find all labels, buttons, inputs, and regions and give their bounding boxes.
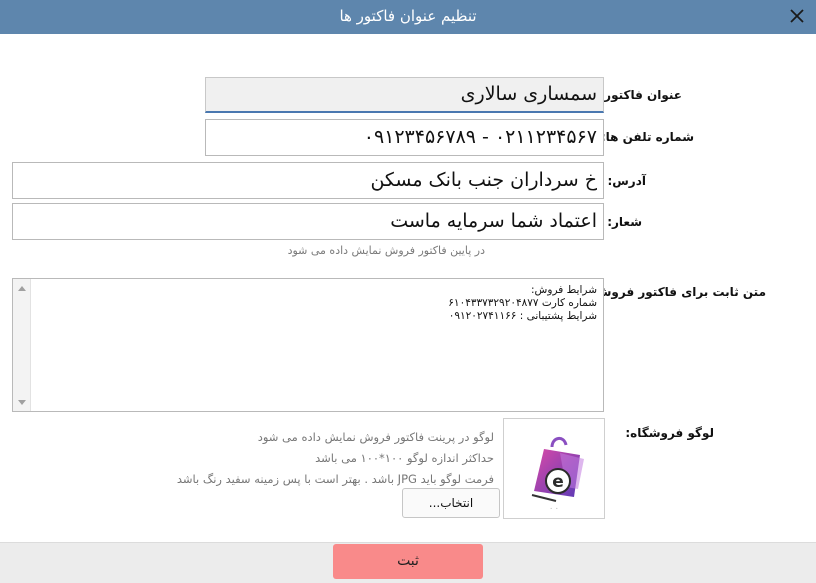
submit-button[interactable]: ثبت (333, 544, 483, 579)
title-bar: تنظیم عنوان فاکتور ها (0, 0, 816, 34)
textarea-scrollbar[interactable] (13, 279, 31, 411)
logo-preview: e . . (503, 418, 605, 519)
close-icon (790, 9, 804, 23)
fixed-text-label: متن ثابت برای فاکتور فروش: (590, 285, 766, 299)
slogan-input[interactable]: اعتماد شما سرمایه ماست (12, 203, 604, 240)
fixed-text-line: شماره کارت ۶۱۰۴۳۳۷۳۲۹۲۰۴۸۷۷ (448, 297, 597, 309)
phones-input[interactable]: ۰۲۱۱۲۳۴۵۶۷ - ۰۹۱۲۳۴۵۶۷۸۹ (205, 119, 604, 156)
choose-logo-button[interactable]: انتخاب... (402, 488, 500, 518)
invoice-title-input[interactable]: سمساری سالاری (205, 77, 604, 113)
scroll-up-icon[interactable] (18, 286, 26, 291)
fixed-text-textarea[interactable]: شرایط فروش: شماره کارت ۶۱۰۴۳۳۷۳۲۹۲۰۴۸۷۷ … (12, 278, 604, 412)
logo-caption: . . (549, 502, 559, 512)
slogan-hint: در پایین فاکتور فروش نمایش داده می شود (287, 244, 485, 257)
address-input[interactable]: خ سرداران جنب بانک مسکن (12, 162, 604, 199)
logo-info-line: حداکثر اندازه لوگو ۱۰۰*۱۰۰ می باشد (315, 451, 494, 465)
fixed-text-line: شرایط پشتیبانی : ۰۹۱۲۰۲۷۴۱۱۶۶ (448, 310, 597, 322)
scroll-down-icon[interactable] (18, 400, 26, 405)
phones-label: شماره تلفن ها: (600, 130, 694, 144)
slogan-label: شعار: (607, 215, 642, 229)
logo-info-line: لوگو در پرینت فاکتور فروش نمایش داده می … (257, 430, 494, 444)
logo-info: لوگو در پرینت فاکتور فروش نمایش داده می … (177, 427, 494, 490)
address-label: آدرس: (607, 174, 646, 188)
fixed-text-line: شرایط فروش: (531, 284, 597, 296)
logo-label: لوگو فروشگاه: (625, 426, 714, 440)
window-title: تنظیم عنوان فاکتور ها (339, 7, 477, 25)
invoice-title-label: عنوان فاکتور: (599, 88, 682, 102)
logo-info-line: فرمت لوگو باید JPG باشد . بهتر است با پس… (176, 472, 494, 486)
logo-letter: e (552, 472, 564, 492)
close-button[interactable] (786, 5, 808, 27)
